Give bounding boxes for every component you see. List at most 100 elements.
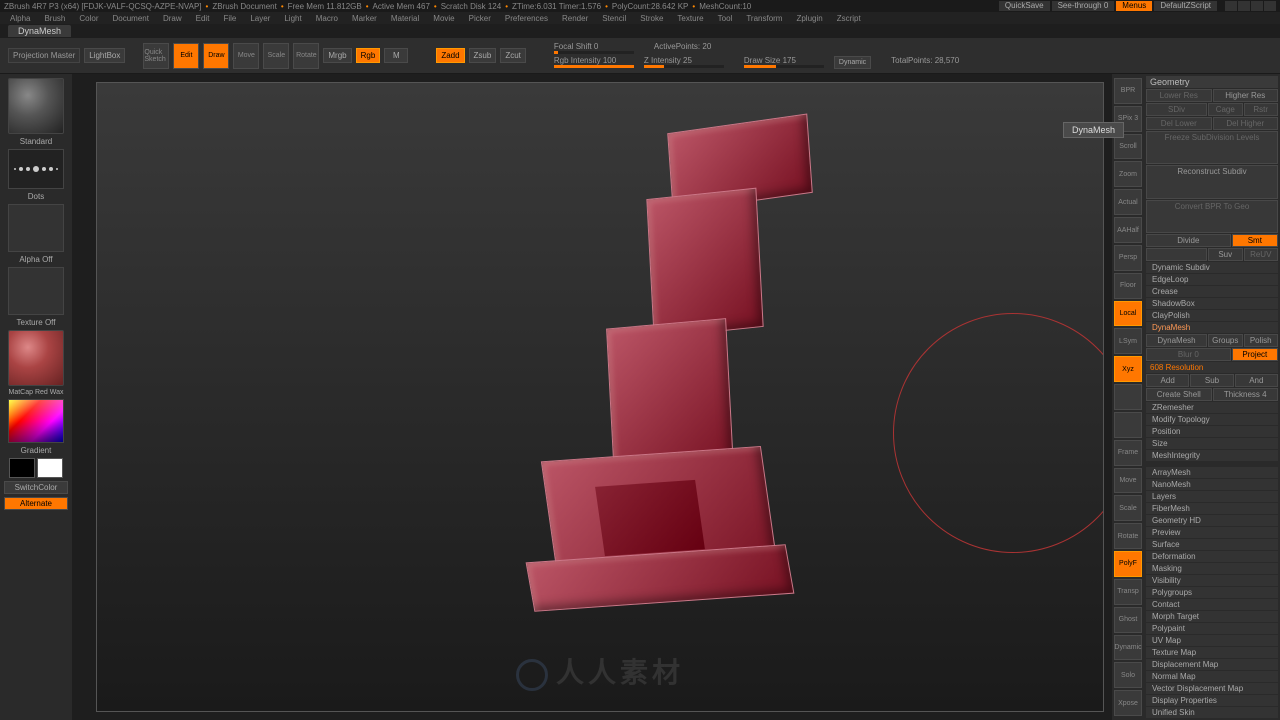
resolution-slider[interactable]: 608 Resolution — [1146, 362, 1278, 373]
geometry-hd-section[interactable]: Geometry HD — [1146, 515, 1278, 526]
display-properties-section[interactable]: Display Properties — [1146, 695, 1278, 706]
tool-tab[interactable]: DynaMesh — [8, 25, 71, 37]
menu-alpha[interactable]: Alpha — [10, 14, 30, 23]
frame-button[interactable]: Frame — [1114, 440, 1142, 466]
del-lower-button[interactable]: Del Lower — [1146, 117, 1212, 130]
dynamesh-button[interactable]: DynaMesh — [1146, 334, 1207, 347]
z-intensity-slider[interactable]: Z Intensity 25 — [644, 56, 724, 69]
vector-disp-map-section[interactable]: Vector Displacement Map — [1146, 683, 1278, 694]
alpha-selector[interactable] — [8, 204, 64, 252]
floor-button[interactable]: Floor — [1114, 273, 1142, 299]
secondary-color[interactable] — [9, 458, 35, 478]
contact-section[interactable]: Contact — [1146, 599, 1278, 610]
menu-layer[interactable]: Layer — [250, 14, 270, 23]
material-selector[interactable] — [8, 330, 64, 386]
projection-master-button[interactable]: Projection Master — [8, 48, 80, 63]
polypaint-section[interactable]: Polypaint — [1146, 623, 1278, 634]
m-button[interactable]: M — [384, 48, 408, 63]
menu-draw[interactable]: Draw — [163, 14, 182, 23]
default-zscript[interactable]: DefaultZScript — [1154, 1, 1217, 11]
menu-color[interactable]: Color — [79, 14, 98, 23]
size-section[interactable]: Size — [1146, 438, 1278, 449]
gradient-label[interactable]: Gradient — [4, 446, 68, 455]
menu-movie[interactable]: Movie — [433, 14, 454, 23]
rotate-nav-button[interactable]: Rotate — [1114, 523, 1142, 549]
solo-button[interactable]: Solo — [1114, 662, 1142, 688]
move-button[interactable]: Move — [233, 43, 259, 69]
mrgb-button[interactable]: Mrgb — [323, 48, 351, 63]
menu-brush[interactable]: Brush — [44, 14, 65, 23]
menu-zplugin[interactable]: Zplugin — [796, 14, 822, 23]
fibermesh-section[interactable]: FiberMesh — [1146, 503, 1278, 514]
aahalf-button[interactable]: AAHalf — [1114, 217, 1142, 243]
scale-nav-button[interactable]: Scale — [1114, 495, 1142, 521]
dynamesh-section[interactable]: DynaMesh — [1146, 322, 1278, 333]
project-button[interactable]: Project — [1232, 348, 1278, 361]
displacement-map-section[interactable]: Displacement Map — [1146, 659, 1278, 670]
unified-skin-section[interactable]: Unified Skin — [1146, 707, 1278, 718]
bpr-button[interactable]: BPR — [1114, 78, 1142, 104]
xpose-button[interactable]: Xpose — [1114, 690, 1142, 716]
sdiv-slider[interactable]: SDiv — [1146, 103, 1207, 116]
edit-button[interactable]: Edit — [173, 43, 199, 69]
menu-stroke[interactable]: Stroke — [640, 14, 663, 23]
divide-button[interactable]: Divide — [1146, 234, 1231, 247]
menu-render[interactable]: Render — [562, 14, 588, 23]
menu-zscript[interactable]: Zscript — [837, 14, 861, 23]
zadd-button[interactable]: Zadd — [436, 48, 464, 63]
shadowbox-section[interactable]: ShadowBox — [1146, 298, 1278, 309]
zsub-button[interactable]: Zsub — [469, 48, 497, 63]
suv-button[interactable]: Suv — [1208, 248, 1243, 261]
brush-selector[interactable] — [8, 78, 64, 134]
menu-picker[interactable]: Picker — [469, 14, 491, 23]
draw-size-slider[interactable]: Draw Size 175 — [744, 56, 824, 69]
surface-section[interactable]: Surface — [1146, 539, 1278, 550]
rgb-intensity-slider[interactable]: Rgb Intensity 100 — [554, 56, 634, 69]
quicksketch-button[interactable]: Quick Sketch — [143, 43, 169, 69]
quicksave-button[interactable]: QuickSave — [999, 1, 1050, 11]
ghost-button[interactable]: Ghost — [1114, 607, 1142, 633]
crease-section[interactable]: Crease — [1146, 286, 1278, 297]
normal-map-section[interactable]: Normal Map — [1146, 671, 1278, 682]
freeze-subdiv-button[interactable]: Freeze SubDivision Levels — [1146, 131, 1278, 164]
dynamic-subdiv-section[interactable]: Dynamic Subdiv — [1146, 262, 1278, 273]
restore-icon[interactable] — [1251, 1, 1263, 11]
lower-res-button[interactable]: Lower Res — [1146, 89, 1212, 102]
menu-preferences[interactable]: Preferences — [505, 14, 548, 23]
uv-map-section[interactable]: UV Map — [1146, 635, 1278, 646]
position-section[interactable]: Position — [1146, 426, 1278, 437]
blur-slider[interactable]: Blur 0 — [1146, 348, 1231, 361]
arraymesh-section[interactable]: ArrayMesh — [1146, 467, 1278, 478]
zremesher-section[interactable]: ZRemesher — [1146, 402, 1278, 413]
rotate-button[interactable]: Rotate — [293, 43, 319, 69]
texture-selector[interactable] — [8, 267, 64, 315]
persp-button[interactable]: Persp — [1114, 245, 1142, 271]
geometry-header[interactable]: Geometry — [1146, 76, 1278, 88]
transp-button[interactable]: Transp — [1114, 579, 1142, 605]
morph-target-section[interactable]: Morph Target — [1146, 611, 1278, 622]
cage-button[interactable]: Cage — [1208, 103, 1243, 116]
masking-section[interactable]: Masking — [1146, 563, 1278, 574]
actual-button[interactable]: Actual — [1114, 189, 1142, 215]
higher-res-button[interactable]: Higher Res — [1213, 89, 1279, 102]
lightbox-button[interactable]: LightBox — [84, 48, 125, 63]
menu-edit[interactable]: Edit — [196, 14, 210, 23]
menu-document[interactable]: Document — [113, 14, 149, 23]
min-icon[interactable] — [1225, 1, 1237, 11]
and-button[interactable]: And — [1235, 374, 1278, 387]
menu-light[interactable]: Light — [284, 14, 301, 23]
focal-shift-slider[interactable]: Focal Shift 0 — [554, 42, 634, 54]
polyf-button[interactable]: PolyF — [1114, 551, 1142, 577]
convert-bpr-button[interactable]: Convert BPR To Geo — [1146, 200, 1278, 233]
draw-button[interactable]: Draw — [203, 43, 229, 69]
mesh-integrity-section[interactable]: MeshIntegrity — [1146, 450, 1278, 461]
switch-color-button[interactable]: SwitchColor — [4, 481, 68, 494]
alternate-button[interactable]: Alternate — [4, 497, 68, 510]
menu-file[interactable]: File — [223, 14, 236, 23]
zoom-button[interactable]: Zoom — [1114, 161, 1142, 187]
rgb-button[interactable]: Rgb — [356, 48, 381, 63]
dynamic-nav-button[interactable]: Dynamic — [1114, 635, 1142, 661]
polish-button[interactable]: Polish — [1244, 334, 1279, 347]
seethrough-slider[interactable]: See-through 0 — [1052, 1, 1115, 11]
menu-marker[interactable]: Marker — [352, 14, 377, 23]
